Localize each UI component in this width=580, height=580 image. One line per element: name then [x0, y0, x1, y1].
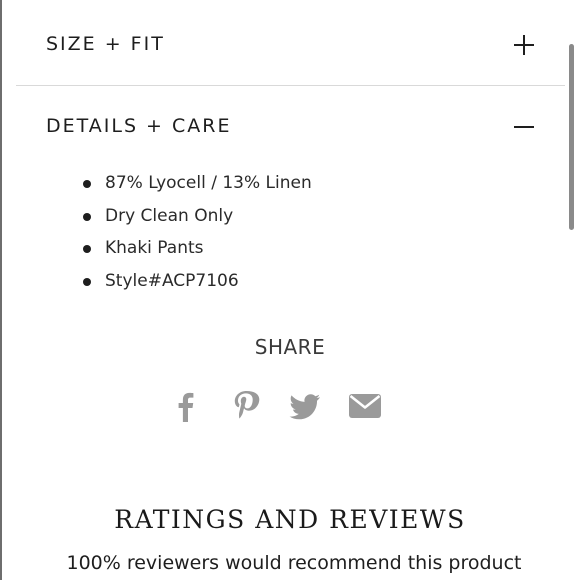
email-icon[interactable]: [347, 388, 383, 424]
share-label: SHARE: [254, 335, 326, 359]
accordion-divider: [16, 85, 565, 86]
details-item-style-number: Style#ACP7106: [79, 268, 312, 301]
size-fit-title: SIZE + FIT: [46, 33, 165, 55]
scrollbar-thumb[interactable]: [569, 44, 574, 230]
twitter-icon[interactable]: [287, 388, 323, 424]
details-item-fabric: 87% Lyocell / 13% Linen: [79, 170, 312, 203]
details-item-care: Dry Clean Only: [79, 203, 312, 236]
details-care-accordion-header[interactable]: DETAILS + CARE: [46, 107, 536, 147]
page-left-border: [0, 0, 2, 580]
recommend-summary: 100% reviewers would recommend this prod…: [66, 552, 522, 574]
minus-icon[interactable]: [514, 117, 534, 137]
pinterest-icon[interactable]: [228, 388, 264, 424]
plus-icon[interactable]: [514, 35, 534, 55]
facebook-icon[interactable]: [168, 388, 204, 424]
details-item-product-type: Khaki Pants: [79, 235, 312, 268]
details-care-title: DETAILS + CARE: [46, 115, 232, 137]
details-care-list: 87% Lyocell / 13% Linen Dry Clean Only K…: [79, 170, 312, 301]
size-fit-accordion-header[interactable]: SIZE + FIT: [46, 25, 536, 65]
ratings-reviews-heading: RATINGS AND REVIEWS: [114, 505, 466, 534]
